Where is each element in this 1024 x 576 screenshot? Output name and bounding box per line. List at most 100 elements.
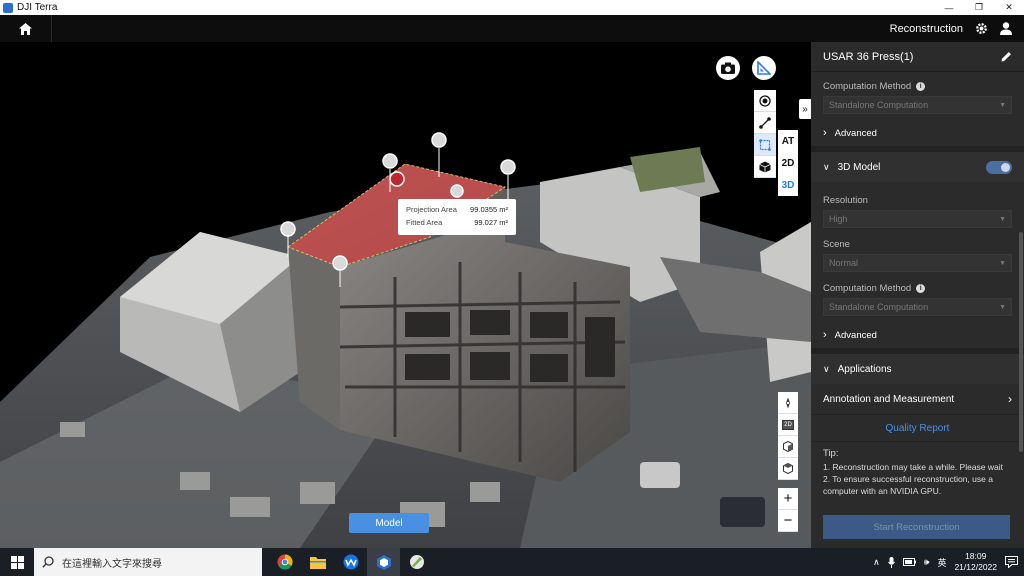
taskbar-chrome[interactable] [268, 548, 301, 576]
restore-button[interactable]: ❐ [964, 0, 994, 15]
battery-icon[interactable] [902, 558, 916, 566]
volume-icon[interactable]: 🕪 [924, 557, 930, 568]
app-toolbar: Reconstruction [0, 15, 1024, 42]
pencil-icon[interactable] [1001, 51, 1012, 62]
sketch-app-icon [409, 555, 424, 569]
taskbar-webex[interactable] [334, 548, 367, 576]
resolution-select[interactable]: High ▼ [823, 210, 1012, 228]
tip-line-2: 2. To ensure successful reconstruction, … [823, 474, 993, 496]
panel-header: USAR 36 Press(1) [811, 42, 1024, 72]
point-tool[interactable] [754, 90, 776, 112]
2d-view-button[interactable]: 2D [778, 414, 798, 436]
start-button[interactable] [0, 548, 34, 576]
tab-2d[interactable]: 2D [778, 152, 798, 174]
quality-report-link[interactable]: Quality Report [811, 414, 1024, 442]
notification-icon[interactable] [1005, 556, 1018, 568]
windows-logo-icon [10, 555, 24, 569]
cube-icon [759, 161, 771, 172]
zoom-controls: + − [778, 488, 798, 532]
taskbar-drawing-app[interactable] [400, 548, 433, 576]
taskbar-dji-terra[interactable] [367, 548, 400, 576]
clock-time: 18:09 [965, 551, 987, 561]
3d-model-toggle[interactable] [986, 160, 1012, 174]
ime-indicator[interactable]: 英 [937, 556, 946, 569]
collapse-panel-button[interactable]: » [799, 99, 811, 119]
volume-tool[interactable] [754, 156, 776, 178]
close-button[interactable]: ✕ [994, 0, 1024, 15]
chevron-right-icon: › [823, 329, 827, 341]
zoom-in-button[interactable]: + [778, 488, 798, 510]
at-computation-method-select[interactable]: Standalone Computation ▼ [823, 96, 1012, 114]
3d-model-section-header[interactable]: ∨ 3D Model [811, 152, 1024, 182]
tab-at[interactable]: AT [778, 130, 798, 152]
system-clock[interactable]: 18:09 21/12/2022 [954, 551, 997, 573]
area-polygon-icon [759, 138, 771, 151]
dji-terra-icon [376, 554, 391, 570]
area-tool[interactable] [754, 134, 776, 156]
panel-scrollbar[interactable] [1019, 232, 1023, 452]
polyline-icon [759, 116, 771, 129]
annotation-measurement-row[interactable]: Annotation and Measurement › [811, 384, 1024, 414]
view-toolbar: 2D [778, 392, 798, 480]
system-tray: ∧ 🕪 英 18:09 21/12/2022 [873, 551, 1024, 573]
at-computation-method-label: Computation Method i [823, 76, 1012, 96]
2d-view-label: 2D [782, 419, 794, 430]
chrome-icon [277, 554, 293, 570]
screenshot-button[interactable] [716, 56, 740, 80]
windows-taskbar: 在這裡輸入文字來搜尋 ∧ 🕪 英 18:09 21/12/2022 [0, 548, 1024, 576]
compass-icon [786, 397, 790, 408]
at-advanced-row[interactable]: › Advanced [811, 120, 1024, 146]
model-advanced-label: Advanced [834, 329, 877, 341]
home-button[interactable] [0, 15, 52, 42]
info-icon[interactable]: i [916, 81, 926, 91]
chevron-right-icon: › [1008, 392, 1012, 406]
chevron-down-icon: ▼ [999, 303, 1006, 311]
microphone-icon[interactable] [887, 556, 895, 568]
box-top-icon [783, 463, 793, 474]
taskbar-file-explorer[interactable] [301, 548, 334, 576]
fitted-area-label: Fitted Area [406, 218, 443, 227]
start-reconstruction-button[interactable]: Start Reconstruction [823, 515, 1010, 539]
dimension-switcher: AT 2D 3D [778, 130, 798, 196]
3d-model-title: 3D Model [837, 161, 881, 173]
chevron-down-icon: ▼ [999, 259, 1006, 267]
tab-3d[interactable]: 3D [778, 174, 798, 196]
zoom-out-button[interactable]: − [778, 510, 798, 532]
applications-title: Applications [837, 363, 892, 375]
top-view-button[interactable] [778, 458, 798, 480]
webex-icon [343, 554, 358, 570]
annotation-measurement-label: Annotation and Measurement [823, 393, 955, 405]
clock-date: 21/12/2022 [954, 562, 997, 572]
fitted-area-value: 99.027 m² [474, 218, 508, 227]
chevron-down-icon: ∨ [823, 363, 830, 374]
north-view-button[interactable] [778, 392, 798, 414]
model-button[interactable]: Model [349, 513, 429, 533]
model-advanced-row[interactable]: › Advanced [811, 322, 1024, 348]
chevron-right-icon: › [823, 127, 827, 139]
project-title: USAR 36 Press(1) [823, 50, 914, 63]
side-view-button[interactable] [778, 436, 798, 458]
user-icon[interactable] [1000, 22, 1012, 35]
model-computation-method-select[interactable]: Standalone Computation ▼ [823, 298, 1012, 316]
gear-icon[interactable] [975, 22, 988, 35]
reconstruction-settings-panel: USAR 36 Press(1) Computation Method i St… [811, 42, 1024, 548]
projection-area-label: Projection Area [406, 205, 457, 214]
chevron-down-icon: ▼ [999, 101, 1006, 109]
area-measurement-tooltip: Projection Area 99.0355 m² Fitted Area 99.… [398, 199, 516, 235]
scene-select[interactable]: Normal ▼ [823, 254, 1012, 272]
tray-expand-icon[interactable]: ∧ [873, 557, 880, 568]
chevron-down-icon: ▼ [999, 215, 1006, 223]
minimize-button[interactable]: — [934, 0, 964, 15]
folder-icon [309, 557, 326, 569]
taskbar-search-box[interactable]: 在這裡輸入文字來搜尋 [34, 548, 262, 576]
tip-title: Tip: [823, 448, 839, 459]
3d-model-scene[interactable] [0, 42, 811, 548]
model-computation-method-label: Computation Method i [823, 278, 1012, 298]
model-viewport[interactable]: Projection Area 99.0355 m² Fitted Area 99.… [0, 42, 811, 548]
chevron-down-icon: ∨ [823, 161, 830, 172]
applications-section-header[interactable]: ∨ Applications [811, 354, 1024, 384]
measure-tool-button[interactable] [752, 56, 776, 80]
line-tool[interactable] [754, 112, 776, 134]
info-icon[interactable]: i [916, 283, 926, 293]
home-icon [19, 22, 32, 35]
